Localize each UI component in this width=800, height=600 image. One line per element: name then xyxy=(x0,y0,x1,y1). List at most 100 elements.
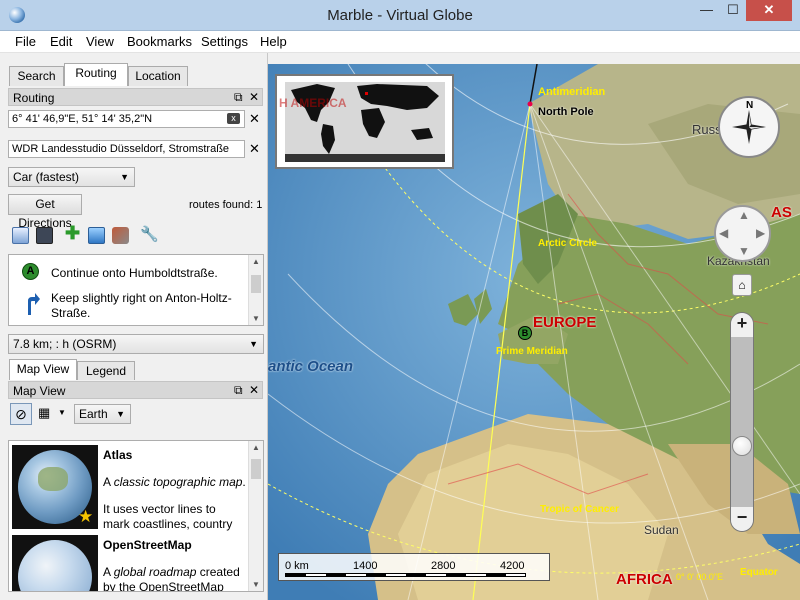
menu-bar: File Edit View Bookmarks Settings Help xyxy=(0,31,800,53)
pan-down-icon[interactable]: ▼ xyxy=(738,244,750,258)
float-panel-icon[interactable]: ⧉ xyxy=(234,382,243,398)
atlantic-ocean-label: antic Ocean xyxy=(268,358,354,375)
scroll-thumb[interactable] xyxy=(251,459,261,479)
scale-tick-label: 0 km xyxy=(285,560,309,572)
remove-to-icon[interactable]: ✕ xyxy=(249,141,260,157)
pan-navigation-control[interactable]: ▲ ▼ ◀ ▶ xyxy=(714,205,771,262)
theme-desc: A global roadmap created xyxy=(103,565,240,579)
menu-help[interactable]: Help xyxy=(260,34,287,49)
tab-legend[interactable]: Legend xyxy=(77,361,135,380)
menu-edit[interactable]: Edit xyxy=(50,34,72,49)
atlas-thumbnail[interactable]: ★ xyxy=(12,445,98,529)
menu-bookmarks[interactable]: Bookmarks xyxy=(127,34,192,49)
europe-label: EUROPE xyxy=(533,314,597,331)
route-from-field[interactable]: 6° 41' 46,9"E, 51° 14' 35,2"N x xyxy=(8,110,245,128)
menu-view[interactable]: View xyxy=(86,34,114,49)
home-icon: ⌂ xyxy=(738,278,746,292)
pan-left-icon[interactable]: ◀ xyxy=(719,226,728,240)
compass-rose-icon xyxy=(732,110,766,144)
chevron-down-icon: ▼ xyxy=(116,409,125,419)
clear-route-icon[interactable] xyxy=(112,227,129,244)
float-panel-icon[interactable]: ⧉ xyxy=(234,89,243,105)
zoom-slider-handle[interactable] xyxy=(732,435,752,456)
arctic-circle-label: Arctic Circle xyxy=(538,238,597,249)
close-panel-icon[interactable]: ✕ xyxy=(249,89,259,105)
zoom-in-button[interactable]: + xyxy=(731,313,753,337)
instruction-scrollbar[interactable]: ▲ ▼ xyxy=(248,255,263,325)
menu-settings[interactable]: Settings xyxy=(201,34,248,49)
route-summary-select[interactable]: 7.8 km; : h (OSRM) ▼ xyxy=(8,334,264,354)
planet-select[interactable]: Earth ▼ xyxy=(74,404,131,424)
maximize-button[interactable]: ☐ xyxy=(720,0,746,21)
scroll-up-icon[interactable]: ▲ xyxy=(249,443,263,452)
osm-thumbnail[interactable] xyxy=(12,535,98,591)
route-target-marker-icon[interactable]: B xyxy=(518,326,532,340)
menu-file[interactable]: File xyxy=(15,34,36,49)
minimize-button[interactable]: — xyxy=(693,0,720,21)
start-marker-icon: A xyxy=(22,263,39,280)
theme-list-scrollbar[interactable]: ▲ ▼ xyxy=(248,441,263,591)
compass[interactable]: N xyxy=(718,96,780,158)
save-route-icon[interactable] xyxy=(36,227,53,244)
overview-map[interactable]: H AMERICA xyxy=(275,74,454,169)
sudan-label: Sudan xyxy=(644,523,679,537)
asia-label: AS xyxy=(771,204,792,221)
marble-window: Marble - Virtual Globe — ☐ ✕ File Edit V… xyxy=(0,0,800,600)
route-to-value: WDR Landesstudio Düsseldorf, Stromstraße xyxy=(12,143,230,155)
africa-label: AFRICA xyxy=(616,571,673,588)
scale-bar: 0 km 1400 2800 4200 xyxy=(278,553,550,581)
side-panel: Search Routing Location Routing ⧉ ✕ 6° 4… xyxy=(0,53,268,600)
theme-name: OpenStreetMap xyxy=(103,538,192,552)
route-to-field[interactable]: WDR Landesstudio Düsseldorf, Stromstraße xyxy=(8,140,245,158)
pan-right-icon[interactable]: ▶ xyxy=(756,226,765,240)
scale-tick-label: 1400 xyxy=(353,560,378,572)
close-button[interactable]: ✕ xyxy=(746,0,792,21)
scroll-down-icon[interactable]: ▼ xyxy=(249,314,263,323)
scroll-up-icon[interactable]: ▲ xyxy=(249,257,263,266)
north-pole-label: North Pole xyxy=(538,106,594,118)
zoom-out-button[interactable]: − xyxy=(731,507,753,531)
tab-search[interactable]: Search xyxy=(9,66,64,86)
coordinate-label: 0° 0' 00.0"E xyxy=(676,572,724,582)
window-title: Marble - Virtual Globe xyxy=(327,7,473,24)
clear-from-icon[interactable]: x xyxy=(227,113,240,124)
get-directions-button[interactable]: Get Directions xyxy=(8,194,82,230)
scroll-down-icon[interactable]: ▼ xyxy=(249,580,263,589)
route-summary-value: 7.8 km; : h (OSRM) xyxy=(13,337,117,351)
zoom-slider[interactable]: + − xyxy=(730,312,754,532)
scale-tick-label: 2800 xyxy=(431,560,456,572)
pan-up-icon[interactable]: ▲ xyxy=(738,208,750,222)
home-button[interactable]: ⌂ xyxy=(732,274,752,296)
theme-desc: It uses vector lines to mark coastlines,… xyxy=(103,502,233,531)
tropic-of-cancer-label: Tropic of Cancer xyxy=(540,504,619,515)
equator-label: Equator xyxy=(740,567,778,578)
instruction-text[interactable]: Keep slightly right on Anton-Holtz-Straß… xyxy=(51,291,246,321)
route-profile-value: Car (fastest) xyxy=(13,170,80,184)
wrench-icon[interactable]: 🔧 xyxy=(140,226,159,243)
open-route-icon[interactable] xyxy=(12,227,29,244)
route-from-value: 6° 41' 46,9"E, 51° 14' 35,2"N xyxy=(12,113,153,125)
theme-desc: by the OpenStreetMap xyxy=(103,580,224,592)
prime-meridian-label: Prime Meridian xyxy=(496,346,568,357)
route-profile-select[interactable]: Car (fastest) ▼ xyxy=(8,167,135,187)
favorite-star-icon[interactable]: ★ xyxy=(78,507,93,527)
remove-from-icon[interactable]: ✕ xyxy=(249,111,260,127)
close-panel-icon[interactable]: ✕ xyxy=(249,382,259,398)
grid-projection-icon[interactable]: ▦ xyxy=(38,405,50,421)
antimeridian-label: Antimeridian xyxy=(538,86,606,98)
routing-panel-title: Routing xyxy=(13,91,55,105)
tab-routing[interactable]: Routing xyxy=(64,63,128,86)
world-overview-image xyxy=(277,76,452,167)
scroll-thumb[interactable] xyxy=(251,275,261,293)
scale-bar-graphic xyxy=(285,573,526,577)
chevron-down-icon: ▼ xyxy=(249,339,258,349)
map-route-icon[interactable] xyxy=(88,227,105,244)
add-via-icon[interactable]: ✚ xyxy=(64,224,81,242)
tab-map-view[interactable]: Map View xyxy=(9,359,77,380)
chevron-down-icon[interactable]: ▼ xyxy=(58,408,66,417)
instruction-text[interactable]: Continue onto Humboldtstraße. xyxy=(51,266,218,280)
routes-found-label: routes found: 1 xyxy=(189,199,263,211)
keep-right-arrow-icon xyxy=(23,291,41,315)
tab-location[interactable]: Location xyxy=(128,66,188,86)
projection-globe-icon[interactable]: ⊘ xyxy=(10,403,32,425)
